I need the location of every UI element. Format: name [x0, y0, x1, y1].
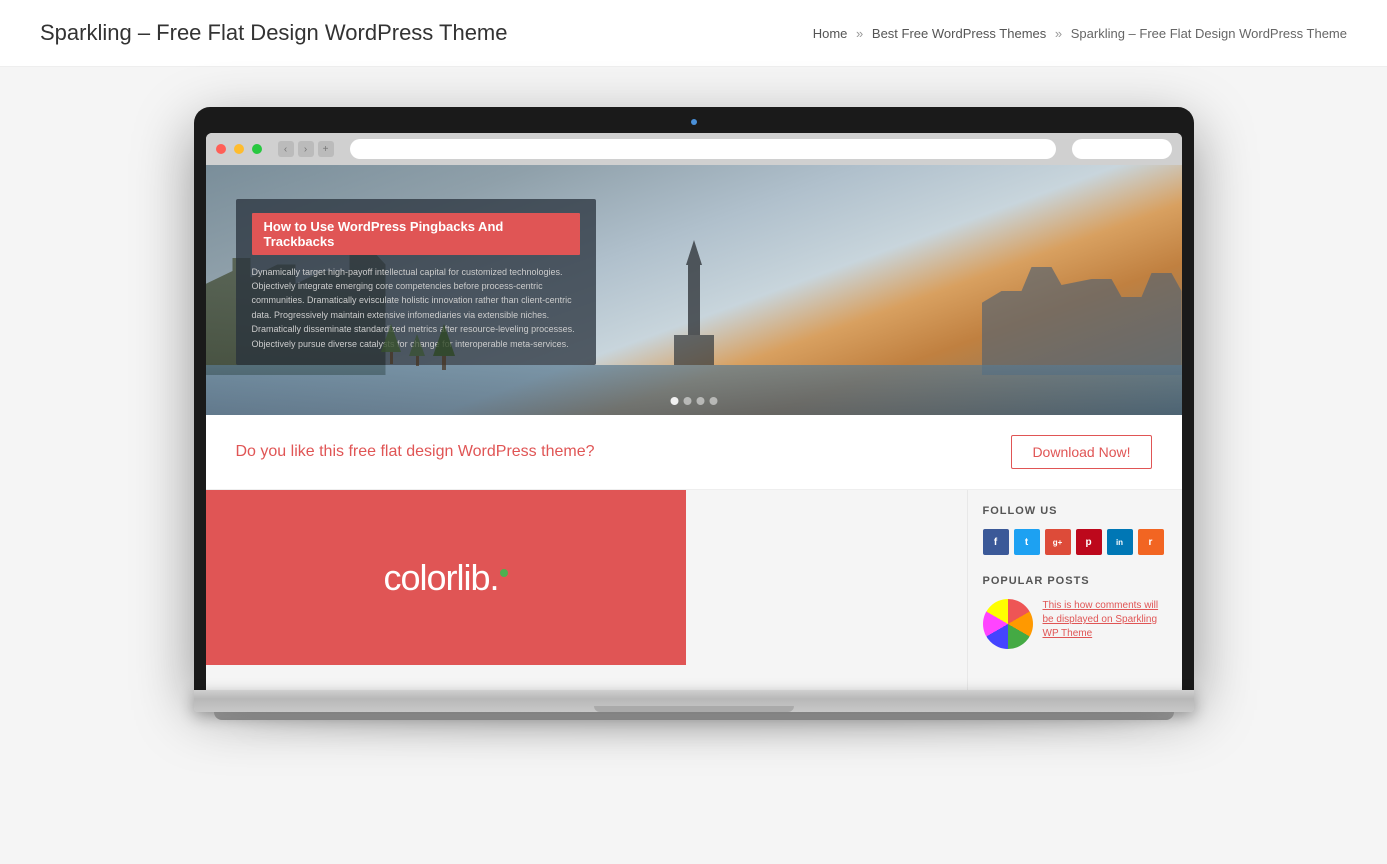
- breadcrumb: Home » Best Free WordPress Themes » Spar…: [813, 26, 1347, 41]
- slider-dot-2[interactable]: [683, 397, 691, 405]
- browser-forward-button[interactable]: ›: [298, 141, 314, 157]
- social-icon-facebook[interactable]: f: [983, 529, 1009, 555]
- sidebar: FOLLOW US f t g+ p in r: [967, 490, 1182, 690]
- browser-dot-green[interactable]: [252, 144, 262, 154]
- follow-us-label: FOLLOW US: [983, 505, 1167, 517]
- colorlib-logo: colorlib.: [383, 557, 507, 599]
- slider-dots: [670, 397, 717, 405]
- browser-new-tab-button[interactable]: +: [318, 141, 334, 157]
- laptop-camera: [691, 119, 697, 125]
- social-icon-pinterest[interactable]: p: [1076, 529, 1102, 555]
- browser-back-button[interactable]: ‹: [278, 141, 294, 157]
- browser-dot-yellow[interactable]: [234, 144, 244, 154]
- browser-titlebar: ‹ › +: [206, 133, 1182, 165]
- browser-dot-red[interactable]: [216, 144, 226, 154]
- colorlib-dot: [500, 569, 508, 577]
- blog-featured-image: colorlib.: [206, 490, 686, 665]
- social-icon-googleplus[interactable]: g+: [1045, 529, 1071, 555]
- slider-dot-1[interactable]: [670, 397, 678, 405]
- social-icons: f t g+ p in r: [983, 529, 1167, 555]
- download-now-button[interactable]: Download Now!: [1011, 435, 1151, 469]
- popular-posts-section: POPULAR POSTS This is how comments will …: [983, 575, 1167, 649]
- trees-area: [381, 324, 455, 370]
- social-icon-twitter[interactable]: t: [1014, 529, 1040, 555]
- download-cta-text: Do you like this free flat design WordPr…: [236, 443, 595, 461]
- laptop-base: [194, 690, 1194, 712]
- breadcrumb-section[interactable]: Best Free WordPress Themes: [872, 26, 1046, 41]
- download-section: Do you like this free flat design WordPr…: [206, 415, 1182, 490]
- popular-post-item: This is how comments will be displayed o…: [983, 599, 1167, 649]
- breadcrumb-sep1: »: [856, 26, 863, 41]
- breadcrumb-sep2: »: [1055, 26, 1062, 41]
- laptop-wrapper: ‹ › +: [194, 107, 1194, 720]
- browser-nav-buttons: ‹ › +: [278, 141, 334, 157]
- laptop-outer: ‹ › +: [194, 107, 1194, 720]
- slider-dot-3[interactable]: [696, 397, 704, 405]
- church-area: [674, 240, 714, 370]
- browser-search-bar[interactable]: [1072, 139, 1172, 159]
- water-area: [206, 365, 1182, 415]
- social-icon-linkedin[interactable]: in: [1107, 529, 1133, 555]
- colorlib-logo-text: colorlib.: [383, 557, 498, 598]
- popular-post-title[interactable]: This is how comments will be displayed o…: [1043, 600, 1159, 639]
- breadcrumb-home[interactable]: Home: [813, 26, 848, 41]
- breadcrumb-current: Sparkling – Free Flat Design WordPress T…: [1071, 26, 1347, 41]
- laptop-feet: [214, 712, 1174, 720]
- page-title: Sparkling – Free Flat Design WordPress T…: [40, 20, 508, 46]
- hero-badge: How to Use WordPress Pingbacks And Track…: [252, 213, 580, 255]
- browser-address-bar[interactable]: [350, 139, 1056, 159]
- slider-dot-4[interactable]: [709, 397, 717, 405]
- page-header: Sparkling – Free Flat Design WordPress T…: [0, 0, 1387, 67]
- popular-post-thumbnail: [983, 599, 1033, 649]
- popular-posts-label: POPULAR POSTS: [983, 575, 1167, 587]
- laptop-screen-body: ‹ › +: [194, 107, 1194, 690]
- browser-chrome: ‹ › +: [206, 133, 1182, 690]
- website-content: How to Use WordPress Pingbacks And Track…: [206, 165, 1182, 690]
- social-icon-rss[interactable]: r: [1138, 529, 1164, 555]
- popular-post-text: This is how comments will be displayed o…: [1043, 599, 1167, 641]
- popular-post-thumb-image: [983, 599, 1033, 649]
- hero-slider: How to Use WordPress Pingbacks And Track…: [206, 165, 1182, 415]
- main-content: ‹ › +: [0, 67, 1387, 760]
- main-blog: colorlib.: [206, 490, 967, 690]
- content-section: colorlib. FOLLOW US f t g+: [206, 490, 1182, 690]
